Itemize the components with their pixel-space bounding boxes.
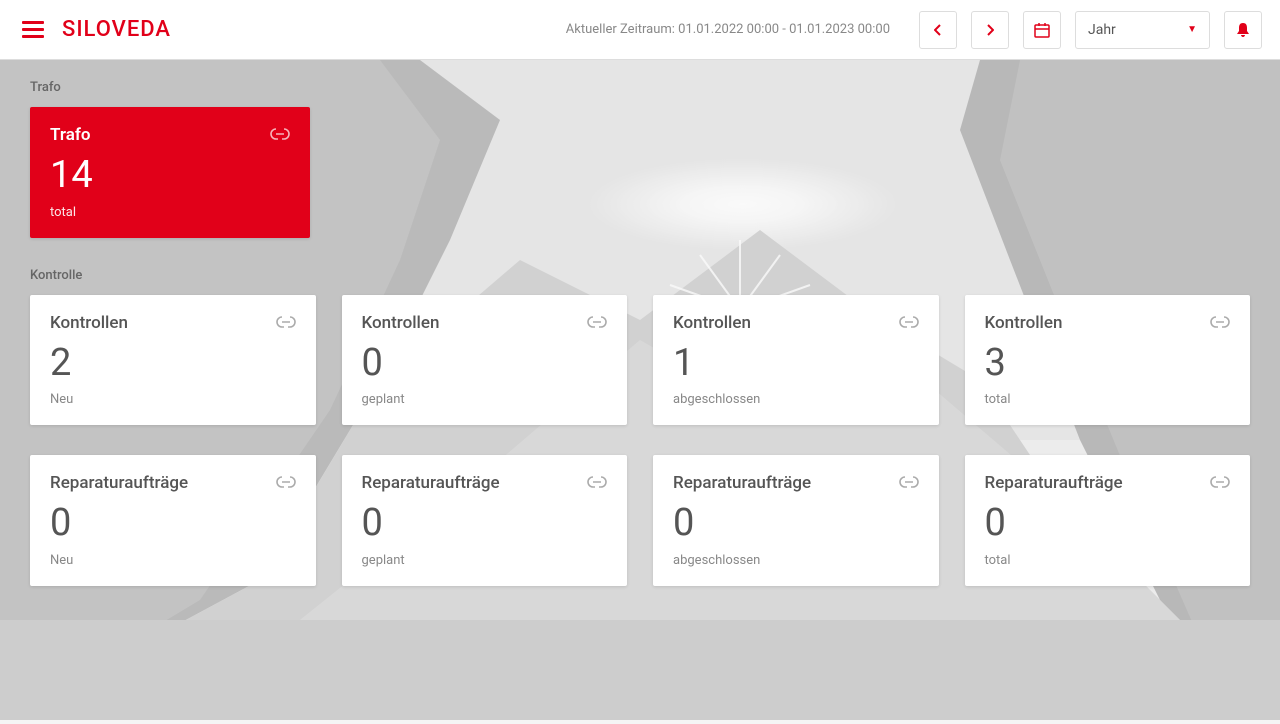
card-title: Kontrollen <box>985 313 1063 333</box>
link-icon <box>1210 473 1230 492</box>
card-value: 14 <box>50 153 290 199</box>
chevron-right-icon <box>986 24 994 36</box>
card-title: Kontrollen <box>673 313 751 333</box>
card-title: Reparaturaufträge <box>985 473 1123 493</box>
card-value: 2 <box>50 341 296 387</box>
current-period-label: Aktueller Zeitraum: 01.01.2022 00:00 - 0… <box>566 22 890 37</box>
card-sublabel: total <box>985 392 1231 407</box>
card-value: 0 <box>673 501 919 547</box>
reparatur-0-card[interactable]: Reparaturaufträge 0 Neu <box>30 455 316 586</box>
trafo-total-card[interactable]: Trafo 14 total <box>30 107 310 238</box>
link-icon <box>1210 313 1230 332</box>
kontrollen-3-card[interactable]: Kontrollen 3 total <box>965 295 1251 426</box>
reparatur-1-card[interactable]: Reparaturaufträge 0 geplant <box>342 455 628 586</box>
card-sublabel: geplant <box>362 553 608 568</box>
card-sublabel: total <box>50 205 290 220</box>
card-value: 0 <box>50 501 296 547</box>
calendar-button[interactable] <box>1023 11 1061 49</box>
section-label-kontrolle: Kontrolle <box>30 268 1250 283</box>
calendar-icon <box>1034 22 1050 38</box>
link-icon <box>587 473 607 492</box>
card-sublabel: abgeschlossen <box>673 553 919 568</box>
period-type-dropdown[interactable]: Jahr ▼ <box>1075 11 1210 49</box>
section-label-trafo: Trafo <box>30 80 1250 95</box>
card-sublabel: Neu <box>50 553 296 568</box>
card-value: 0 <box>362 501 608 547</box>
kontrollen-1-card[interactable]: Kontrollen 0 geplant <box>342 295 628 426</box>
app-logo: SILOVEDA <box>62 17 171 42</box>
reparatur-3-card[interactable]: Reparaturaufträge 0 total <box>965 455 1251 586</box>
link-icon <box>899 313 919 332</box>
card-value: 0 <box>362 341 608 387</box>
link-icon <box>587 313 607 332</box>
card-sublabel: abgeschlossen <box>673 392 919 407</box>
card-title: Kontrollen <box>362 313 440 333</box>
link-icon <box>276 473 296 492</box>
card-value: 0 <box>985 501 1231 547</box>
card-value: 3 <box>985 341 1231 387</box>
kontrollen-2-card[interactable]: Kontrollen 1 abgeschlossen <box>653 295 939 426</box>
chevron-left-icon <box>934 24 942 36</box>
dashboard-content: Trafo Trafo 14 total Kontrolle Kontrolle… <box>0 60 1280 636</box>
notifications-button[interactable] <box>1224 11 1262 49</box>
link-icon <box>276 313 296 332</box>
card-sublabel: geplant <box>362 392 608 407</box>
card-sublabel: Neu <box>50 392 296 407</box>
card-sublabel: total <box>985 553 1231 568</box>
card-title: Trafo <box>50 125 91 145</box>
dropdown-value: Jahr <box>1088 22 1116 38</box>
bell-icon <box>1235 22 1251 38</box>
caret-down-icon: ▼ <box>1187 24 1197 35</box>
hamburger-menu-icon[interactable] <box>18 17 48 42</box>
card-title: Reparaturaufträge <box>50 473 188 493</box>
kontrollen-0-card[interactable]: Kontrollen 2 Neu <box>30 295 316 426</box>
reparatur-2-card[interactable]: Reparaturaufträge 0 abgeschlossen <box>653 455 939 586</box>
link-icon <box>270 125 290 144</box>
next-period-button[interactable] <box>971 11 1009 49</box>
app-header: SILOVEDA Aktueller Zeitraum: 01.01.2022 … <box>0 0 1280 60</box>
card-title: Reparaturaufträge <box>362 473 500 493</box>
card-title: Kontrollen <box>50 313 128 333</box>
previous-period-button[interactable] <box>919 11 957 49</box>
card-value: 1 <box>673 341 919 387</box>
card-title: Reparaturaufträge <box>673 473 811 493</box>
link-icon <box>899 473 919 492</box>
